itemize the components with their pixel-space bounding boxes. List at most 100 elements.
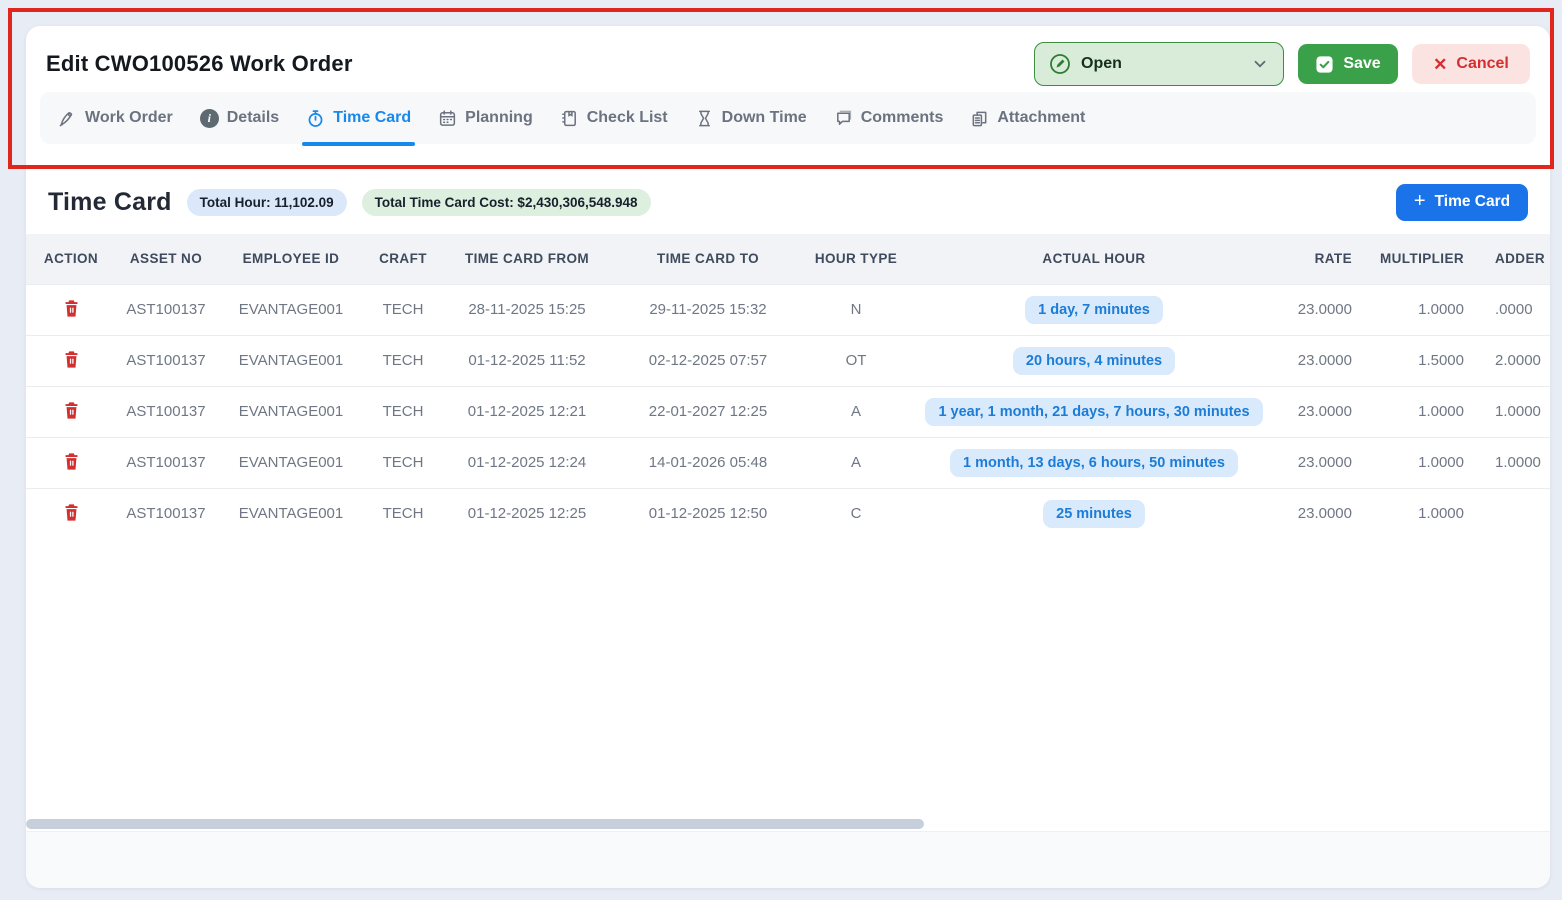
cell-asset-no: AST100137 (116, 335, 216, 386)
add-time-card-button[interactable]: + Time Card (1396, 184, 1528, 221)
tab-time-card[interactable]: Time Card (306, 92, 411, 144)
cell-hour-type: A (802, 386, 910, 437)
cell-adder: 1.0000 (1485, 437, 1550, 488)
status-open-icon (1049, 53, 1071, 75)
tab-label: Details (227, 109, 279, 127)
tabbar: Work Order i Details Time Card Planning (40, 92, 1536, 144)
cell-employee-id: EVANTAGE001 (216, 437, 366, 488)
col-employee-id: EMPLOYEE ID (216, 234, 366, 284)
tab-label: Comments (861, 109, 944, 127)
cell-employee-id: EVANTAGE001 (216, 488, 366, 539)
tab-comments[interactable]: Comments (834, 92, 944, 144)
cell-actual-hour: 1 year, 1 month, 21 days, 7 hours, 30 mi… (910, 386, 1278, 437)
cell-time-card-from: 01-12-2025 12:25 (440, 488, 614, 539)
delete-row-button[interactable] (59, 348, 84, 371)
tab-down-time[interactable]: Down Time (695, 92, 807, 144)
col-time-card-from: TIME CARD FROM (440, 234, 614, 284)
delete-row-button[interactable] (59, 297, 84, 320)
horizontal-scrollbar-thumb[interactable] (26, 819, 924, 829)
delete-row-button[interactable] (59, 501, 84, 524)
actual-hour-badge: 1 year, 1 month, 21 days, 7 hours, 30 mi… (925, 398, 1262, 426)
total-hour-badge: Total Hour: 11,102.09 (187, 189, 347, 216)
cell-rate: 23.0000 (1278, 284, 1364, 335)
tab-details[interactable]: i Details (200, 92, 279, 144)
cell-craft: TECH (366, 335, 440, 386)
tabbar-wrap: Work Order i Details Time Card Planning (26, 88, 1550, 144)
chat-bubble-icon (834, 109, 853, 128)
actual-hour-badge: 25 minutes (1043, 500, 1145, 528)
add-time-card-label: Time Card (1435, 193, 1511, 211)
cell-multiplier: 1.5000 (1364, 335, 1485, 386)
col-asset-no: ASSET NO (116, 234, 216, 284)
cell-multiplier: 1.0000 (1364, 284, 1485, 335)
table-row: AST100137EVANTAGE001TECH01-12-2025 12:25… (26, 488, 1550, 539)
cell-actual-hour: 25 minutes (910, 488, 1278, 539)
cell-asset-no: AST100137 (116, 437, 216, 488)
cancel-label: Cancel (1456, 55, 1508, 73)
cell-multiplier: 1.0000 (1364, 437, 1485, 488)
cell-action (26, 335, 116, 386)
cell-rate: 23.0000 (1278, 488, 1364, 539)
documents-icon (970, 109, 989, 128)
actual-hour-badge: 20 hours, 4 minutes (1013, 347, 1175, 375)
tab-attachment[interactable]: Attachment (970, 92, 1085, 144)
status-dropdown[interactable]: Open (1034, 42, 1284, 86)
col-multiplier: MULTIPLIER (1364, 234, 1485, 284)
notebook-icon (560, 109, 579, 128)
cell-rate: 23.0000 (1278, 386, 1364, 437)
card-footer (26, 831, 1550, 888)
cell-time-card-to: 01-12-2025 12:50 (614, 488, 802, 539)
tab-work-order[interactable]: Work Order (58, 92, 173, 144)
cell-hour-type: C (802, 488, 910, 539)
tab-label: Attachment (997, 109, 1085, 127)
cell-multiplier: 1.0000 (1364, 386, 1485, 437)
save-check-icon (1315, 55, 1334, 74)
plus-icon: + (1414, 191, 1426, 211)
cell-actual-hour: 1 day, 7 minutes (910, 284, 1278, 335)
save-label: Save (1343, 55, 1380, 73)
col-actual-hour: ACTUAL HOUR (910, 234, 1278, 284)
col-craft: CRAFT (366, 234, 440, 284)
cell-action (26, 488, 116, 539)
delete-row-button[interactable] (59, 450, 84, 473)
cell-hour-type: A (802, 437, 910, 488)
save-button[interactable]: Save (1298, 44, 1398, 84)
col-adder: ADDER (1485, 234, 1550, 284)
cell-rate: 23.0000 (1278, 335, 1364, 386)
cell-adder: .0000 (1485, 284, 1550, 335)
cell-time-card-from: 01-12-2025 12:24 (440, 437, 614, 488)
table-row: AST100137EVANTAGE001TECH01-12-2025 12:21… (26, 386, 1550, 437)
col-action: ACTION (26, 234, 116, 284)
tab-label: Check List (587, 109, 668, 127)
cell-time-card-to: 02-12-2025 07:57 (614, 335, 802, 386)
cancel-x-icon: ✕ (1433, 56, 1447, 73)
col-hour-type: HOUR TYPE (802, 234, 910, 284)
work-order-card: Edit CWO100526 Work Order Open Save ✕ Ca… (26, 26, 1550, 888)
calendar-icon (438, 109, 457, 128)
status-label: Open (1081, 55, 1251, 73)
cell-hour-type: N (802, 284, 910, 335)
tab-planning[interactable]: Planning (438, 92, 533, 144)
section-row: Time Card Total Hour: 11,102.09 Total Ti… (26, 166, 1550, 221)
page-title: Edit CWO100526 Work Order (46, 51, 353, 77)
cell-time-card-from: 28-11-2025 15:25 (440, 284, 614, 335)
tab-label: Down Time (722, 109, 807, 127)
stopwatch-icon (306, 109, 325, 128)
horizontal-scrollbar (26, 818, 1550, 831)
table-row: AST100137EVANTAGE001TECH01-12-2025 11:52… (26, 335, 1550, 386)
cell-time-card-to: 29-11-2025 15:32 (614, 284, 802, 335)
cell-asset-no: AST100137 (116, 386, 216, 437)
cell-action (26, 437, 116, 488)
info-icon: i (200, 109, 219, 128)
cell-adder: 1.0000 (1485, 386, 1550, 437)
delete-row-button[interactable] (59, 399, 84, 422)
cell-actual-hour: 1 month, 13 days, 6 hours, 50 minutes (910, 437, 1278, 488)
cancel-button[interactable]: ✕ Cancel (1412, 44, 1530, 84)
cell-craft: TECH (366, 284, 440, 335)
header-controls: Open Save ✕ Cancel (1034, 42, 1530, 86)
tab-label: Time Card (333, 109, 411, 127)
cell-employee-id: EVANTAGE001 (216, 284, 366, 335)
tab-check-list[interactable]: Check List (560, 92, 668, 144)
pen-icon (58, 109, 77, 128)
cell-rate: 23.0000 (1278, 437, 1364, 488)
